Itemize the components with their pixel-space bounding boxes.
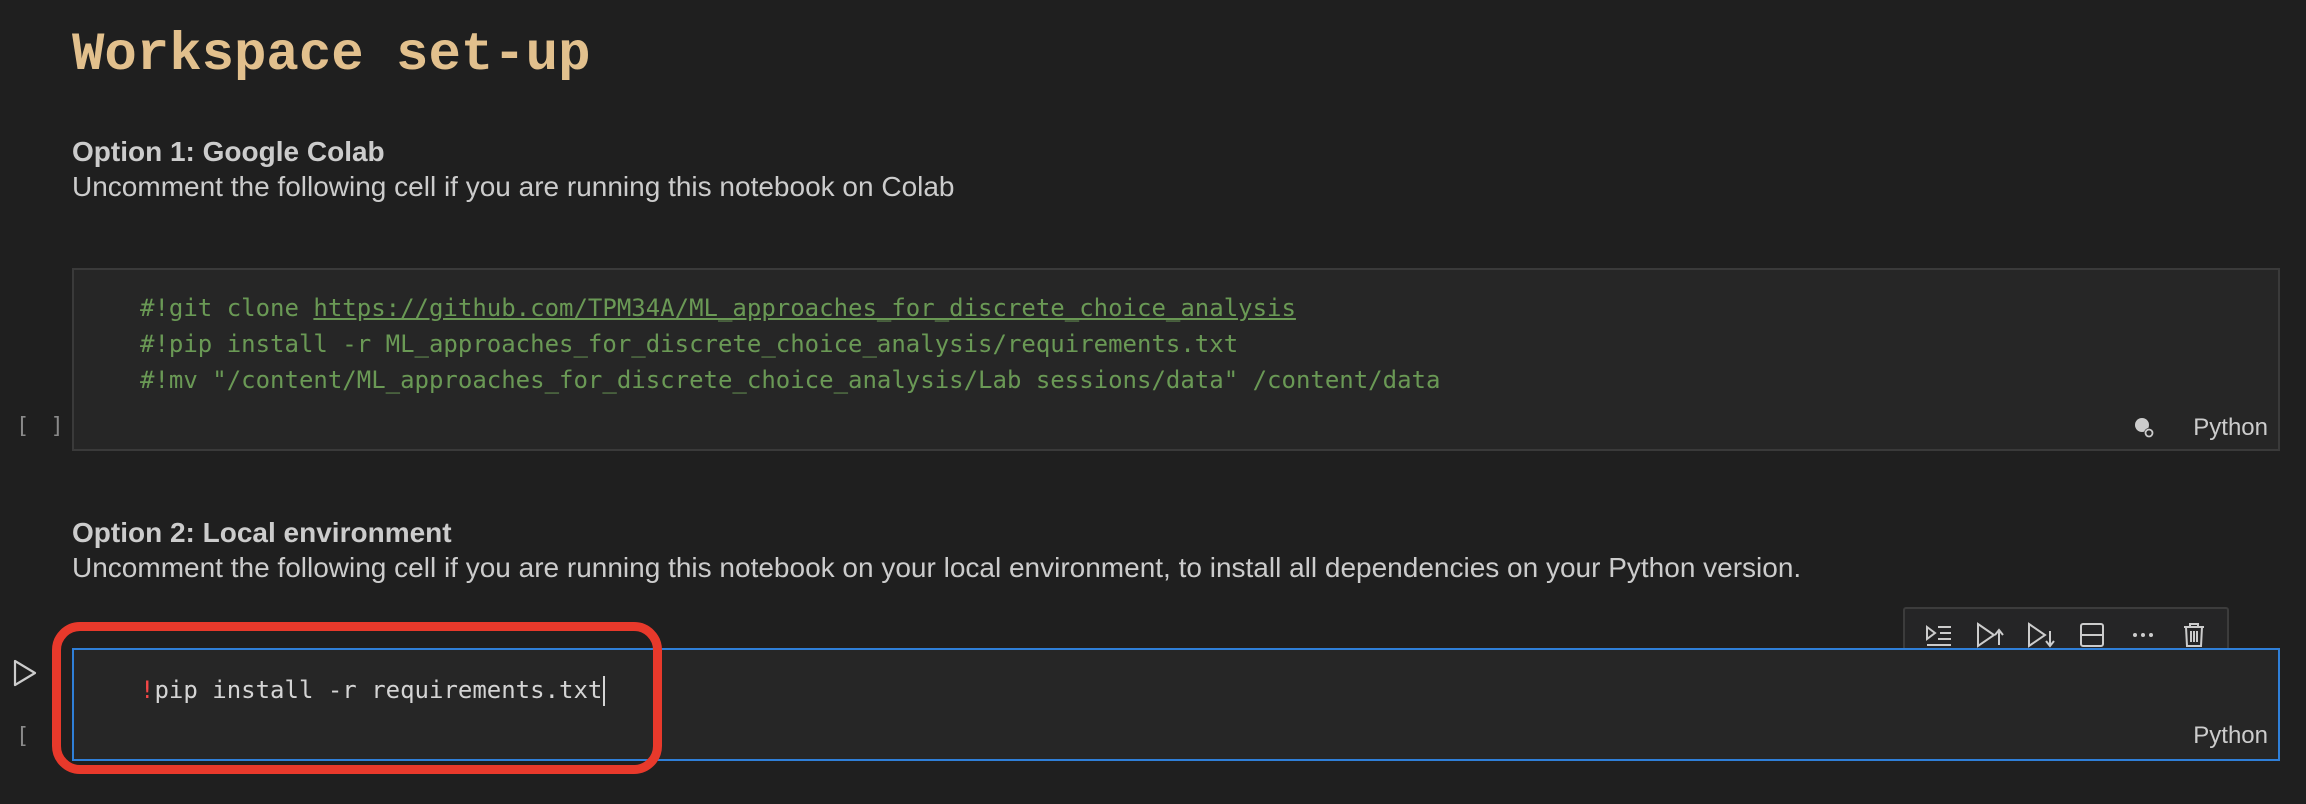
option-2-title: Option 2: Local environment [72, 517, 452, 548]
pip-command: pip install -r requirements.txt [154, 676, 603, 704]
delete-cell-icon [2183, 623, 2204, 647]
page-title: Workspace set-up [72, 25, 591, 86]
run-cell-icon[interactable] [12, 658, 38, 688]
notebook-editor: Workspace set-up Option 1: Google Colab … [0, 0, 2306, 804]
code-cell-local[interactable]: !pip install -r requirements.txt Python [72, 648, 2280, 761]
more-actions-icon [2132, 633, 2153, 637]
kernel-status-icon[interactable] [2132, 416, 2156, 440]
code-line-1-prefix: #!git clone [140, 294, 314, 322]
execution-count: [ ] [16, 414, 68, 439]
option-1-description: Uncomment the following cell if you are … [72, 171, 955, 202]
text-cursor [603, 676, 606, 706]
execution-count: [ ] [16, 724, 68, 749]
code-line-1[interactable]: #!git clone https://github.com/TPM34A/ML… [140, 290, 1296, 326]
split-cell-icon [2079, 623, 2104, 647]
code-line-2[interactable]: #!pip install -r ML_approaches_for_discr… [140, 326, 1238, 362]
shell-bang: ! [140, 676, 155, 704]
markdown-option-1: Option 1: Google Colab Uncomment the fol… [72, 134, 955, 204]
execute-below-icon [2027, 622, 2055, 648]
markdown-option-2: Option 2: Local environment Uncomment th… [72, 515, 1801, 585]
option-1-title: Option 1: Google Colab [72, 136, 385, 167]
option-2-description: Uncomment the following cell if you are … [72, 552, 1802, 583]
repo-link[interactable]: https://github.com/TPM34A/ML_approaches_… [313, 294, 1296, 322]
code-line-pip[interactable]: !pip install -r requirements.txt [140, 672, 606, 708]
code-cell-colab[interactable]: #!git clone https://github.com/TPM34A/ML… [72, 268, 2280, 451]
code-line-3[interactable]: #!mv "/content/ML_approaches_for_discret… [140, 362, 1440, 398]
run-by-line-icon [1925, 625, 1951, 646]
cell-language-label[interactable]: Python [2193, 722, 2268, 750]
cell-language-label[interactable]: Python [2193, 414, 2268, 442]
execute-above-icon [1976, 622, 2004, 648]
